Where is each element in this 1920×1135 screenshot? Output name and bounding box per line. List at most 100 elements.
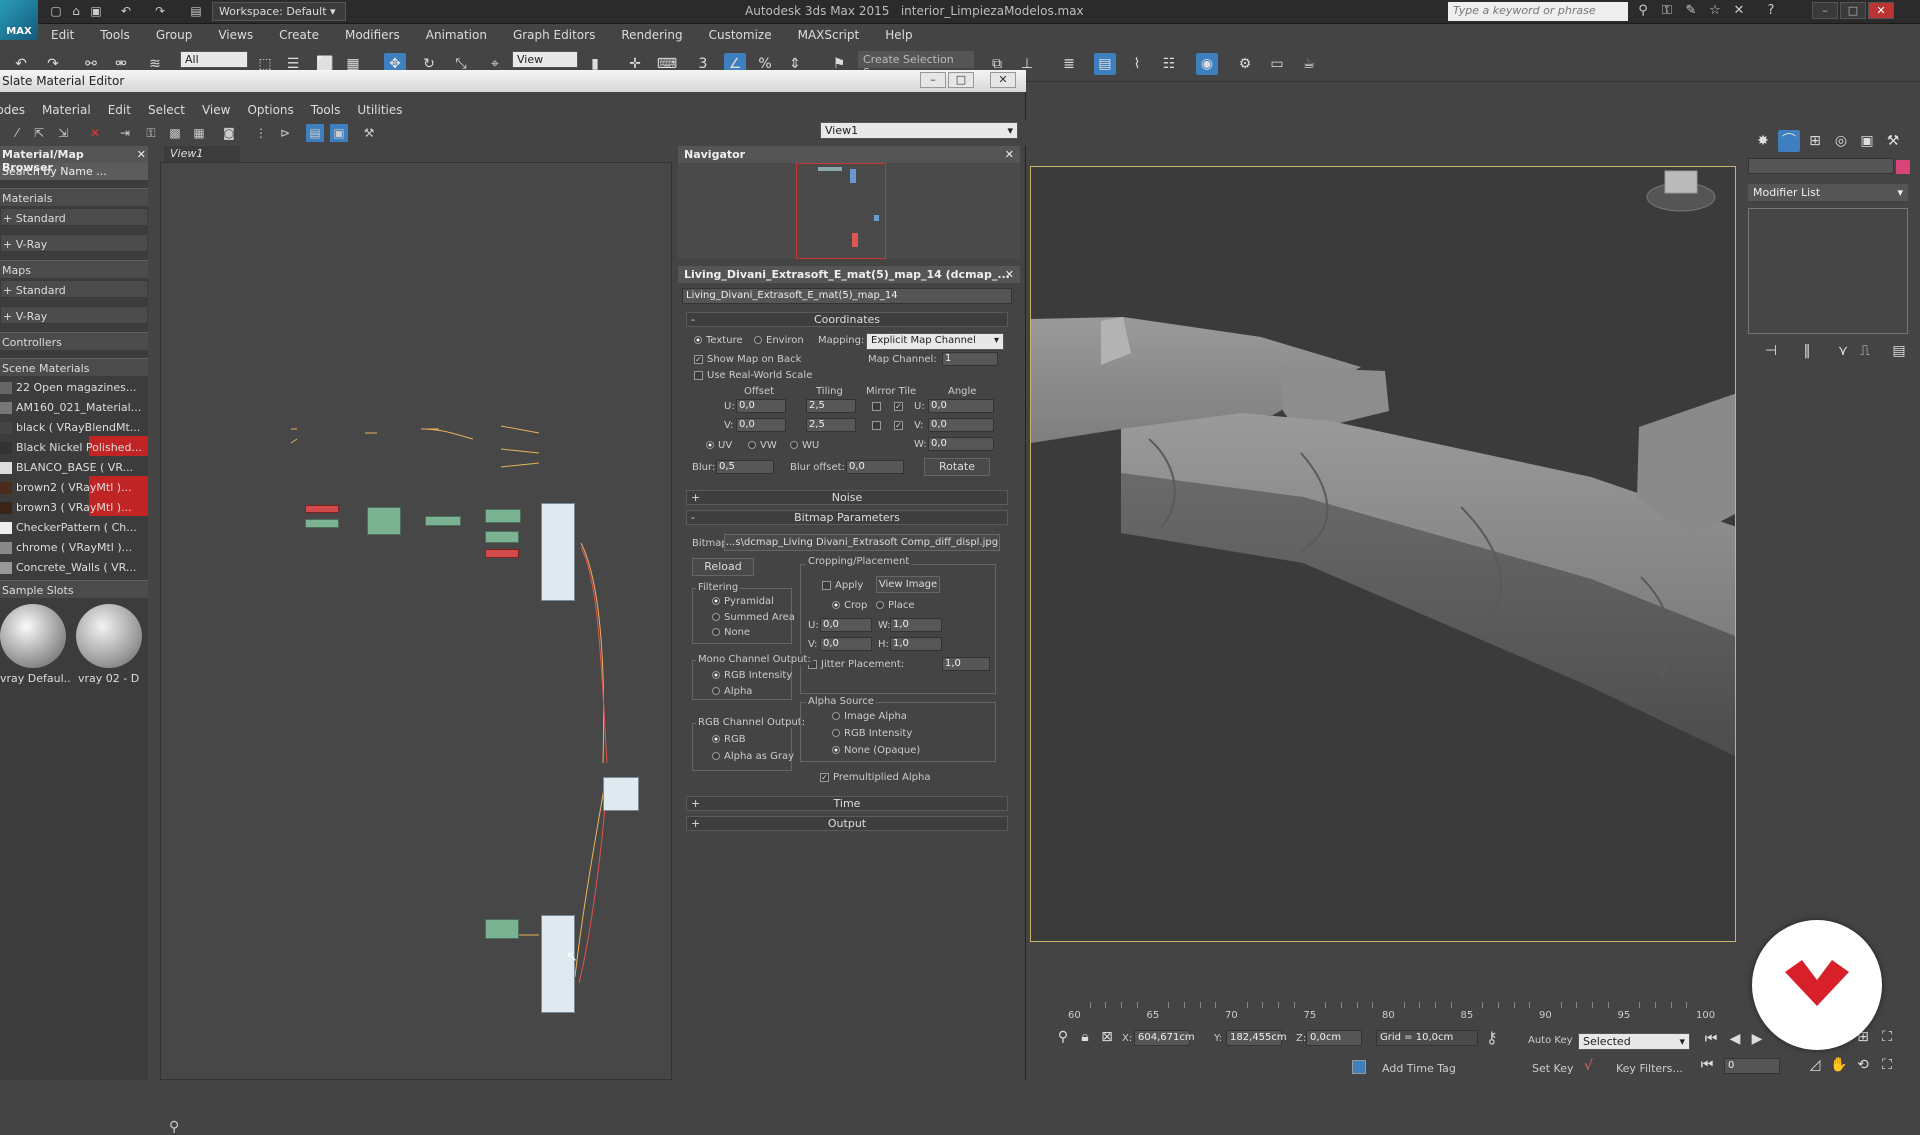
rotate-button[interactable]: Rotate [924, 458, 990, 476]
node-map-1[interactable] [305, 505, 339, 513]
node-map-6[interactable] [485, 531, 519, 543]
menu-customize[interactable]: Customize [696, 28, 785, 42]
project-icon[interactable]: ▤ [188, 3, 204, 19]
sample-sphere-1[interactable] [0, 604, 66, 668]
rollout-noise[interactable]: + Noise [686, 490, 1008, 505]
crop-u-spinner[interactable]: 0,0 [820, 618, 872, 632]
field-of-view-icon[interactable]: ◿ [1804, 1054, 1826, 1076]
rgb-radio[interactable]: RGB [712, 734, 746, 745]
tab-view1[interactable]: View1 [164, 146, 240, 162]
real-world-checkbox[interactable]: Use Real-World Scale [694, 370, 812, 381]
mapping-dropdown[interactable]: Explicit Map Channel ▾ [866, 333, 1004, 350]
set-key-icon[interactable]: ⚷ [1486, 1028, 1498, 1047]
motion-tab-icon[interactable]: ◎ [1830, 130, 1852, 152]
node-map-4[interactable] [425, 516, 461, 526]
node-map-5[interactable] [485, 509, 521, 523]
scene-material-item[interactable]: 22 Open magazines... [0, 376, 148, 396]
selection-set-dropdown[interactable]: Create Selection Se [858, 51, 974, 79]
scene-material-item[interactable]: CheckerPattern ( Ch... [0, 516, 148, 536]
environ-radio[interactable]: Environ [754, 335, 804, 346]
render-icon[interactable]: ☕ [1298, 53, 1320, 75]
slate-menu-view[interactable]: View [202, 103, 239, 117]
key-curve-icon[interactable]: √ [1584, 1058, 1593, 1074]
object-name-field[interactable] [1748, 158, 1894, 174]
layout-children-icon[interactable]: ⊳ [276, 124, 294, 142]
minimize-button[interactable]: – [1812, 2, 1838, 19]
slate-menu-edit[interactable]: Edit [108, 103, 140, 117]
max-logo[interactable]: MAX [0, 0, 38, 40]
selection-filter-dropdown[interactable]: All [180, 51, 248, 68]
exchange-icon[interactable]: ✕ [1730, 3, 1748, 21]
premultiplied-alpha-checkbox[interactable]: ✓ Premultiplied Alpha [820, 772, 930, 783]
remove-modifier-icon[interactable]: ⎍ [1854, 340, 1876, 362]
tiling-u-spinner[interactable]: 2,5 [806, 399, 856, 413]
blur-offset-spinner[interactable]: 0,0 [846, 460, 904, 474]
category-controllers[interactable]: Controllers [0, 332, 148, 350]
tile-u-checkbox[interactable]: ✓ [894, 401, 907, 412]
node-material-1[interactable] [541, 503, 575, 601]
menu-rendering[interactable]: Rendering [608, 28, 695, 42]
render-setup-icon[interactable]: ⚙ [1234, 53, 1256, 75]
image-alpha-radio[interactable]: Image Alpha [832, 711, 907, 722]
save-icon[interactable]: ▣ [88, 3, 104, 19]
category-materials[interactable]: Materials [0, 188, 148, 206]
y-coordinate-field[interactable]: 182,455cm [1226, 1030, 1287, 1046]
show-map-back-checkbox[interactable]: ✓ Show Map on Back [694, 354, 801, 365]
node-map-7[interactable] [485, 549, 519, 558]
time-config-icon[interactable]: ⏮ [1696, 1054, 1718, 1076]
add-time-tag-icon[interactable] [1352, 1060, 1366, 1074]
lock-toggle-icon[interactable]: 🔒︎ [1074, 1026, 1096, 1048]
menu-views[interactable]: Views [205, 28, 266, 42]
schematic-view-icon[interactable]: ☷ [1158, 53, 1180, 75]
reload-button[interactable]: Reload [692, 558, 754, 576]
object-color-swatch[interactable] [1896, 160, 1910, 174]
set-key-button[interactable]: Set Key [1532, 1062, 1574, 1075]
param-close-icon[interactable]: ✕ [1005, 268, 1014, 281]
navigator-view[interactable] [678, 163, 1020, 259]
crop-w-spinner[interactable]: 1,0 [890, 618, 942, 632]
materials-vray[interactable]: + V-Ray [0, 234, 148, 252]
pick-material-icon[interactable]: ⁄ [8, 124, 26, 142]
go-to-start-icon[interactable]: ⏮ [1700, 1028, 1722, 1050]
slate-menu-options[interactable]: Options [247, 103, 302, 117]
crop-h-spinner[interactable]: 1,0 [890, 637, 942, 651]
crop-v-spinner[interactable]: 0,0 [820, 637, 872, 651]
rgb-intensity-alpha-radio[interactable]: RGB Intensity [832, 728, 912, 739]
scene-material-item[interactable]: Concrete_Walls ( VR... [0, 556, 148, 576]
jitter-checkbox[interactable]: Jitter Placement: [808, 659, 904, 670]
modifier-list-dropdown[interactable]: Modifier List ▾ [1748, 184, 1908, 201]
wu-radio[interactable]: WU [790, 440, 819, 451]
put-to-scene-icon[interactable]: ⇱ [30, 124, 48, 142]
category-sample-slots[interactable]: Sample Slots [0, 580, 148, 598]
pin-stack-icon[interactable]: ⊣ [1760, 340, 1782, 362]
redo-icon[interactable]: ↷ [152, 3, 168, 19]
map-name-field[interactable]: Living_Divani_Extrasoft_E_mat(5)_map_14 [682, 288, 1012, 304]
angle-w-spinner[interactable]: 0,0 [928, 437, 994, 451]
rollout-coordinates[interactable]: - Coordinates [686, 312, 1008, 327]
layer-manager-icon[interactable]: ≣ [1058, 53, 1080, 75]
mirror-v-checkbox[interactable] [872, 420, 885, 431]
maps-vray[interactable]: + V-Ray [0, 306, 148, 324]
node-map-2[interactable] [305, 519, 339, 528]
crop-radio[interactable]: Crop [832, 600, 867, 611]
pan-icon[interactable]: ⚲ [169, 1119, 179, 1135]
bitmap-path-button[interactable]: ...s\dcmap_Living Divani_Extrasoft Comp_… [724, 534, 1000, 551]
alpha-radio[interactable]: Alpha [712, 686, 752, 697]
menu-tools[interactable]: Tools [87, 28, 143, 42]
node-map-3[interactable] [367, 507, 401, 535]
hierarchy-tab-icon[interactable]: ⊞ [1804, 130, 1826, 152]
apply-checkbox[interactable]: Apply [822, 580, 863, 591]
tools-icon[interactable]: ✎ [1682, 3, 1700, 21]
menu-help[interactable]: Help [872, 28, 925, 42]
checker-icon[interactable]: ▦ [190, 124, 208, 142]
menu-animation[interactable]: Animation [413, 28, 500, 42]
parameter-editor-icon[interactable]: ▣ [330, 124, 348, 142]
pan-view-icon[interactable]: ✋ [1828, 1054, 1850, 1076]
slate-maximize-button[interactable]: □ [948, 72, 974, 88]
close-button[interactable]: ✕ [1868, 2, 1894, 19]
scene-material-item[interactable]: chrome ( VRayMtl )... [0, 536, 148, 556]
star-icon[interactable]: ☆ [1706, 3, 1724, 21]
selection-lock-icon[interactable]: ⚲ [1052, 1026, 1074, 1048]
configure-sets-icon[interactable]: ▤ [1888, 340, 1910, 362]
scene-material-item[interactable]: brown3 ( VRayMtl )... [0, 496, 148, 516]
